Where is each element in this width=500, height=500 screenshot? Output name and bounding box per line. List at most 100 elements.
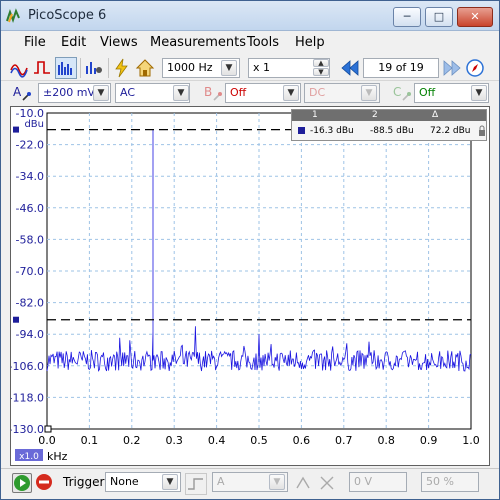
channel-options-icon bbox=[86, 62, 102, 74]
x-unit-label: kHz bbox=[47, 450, 68, 463]
trigger-label: Trigger bbox=[63, 475, 105, 489]
trigger-position-field[interactable]: 50 % bbox=[421, 472, 479, 492]
lock-icon[interactable] bbox=[478, 125, 486, 137]
trigger-advanced-icon[interactable] bbox=[319, 475, 335, 491]
navigator-button[interactable] bbox=[464, 57, 486, 79]
page-indicator[interactable]: 19 of 19 bbox=[363, 58, 439, 78]
trigger-level-value: 0 V bbox=[354, 475, 373, 488]
channel-c-range-value: Off bbox=[419, 86, 436, 99]
zoom-up-icon[interactable]: ▲ bbox=[313, 59, 329, 67]
chevron-down-icon[interactable]: ▼ bbox=[471, 85, 487, 101]
menu-views[interactable]: Views bbox=[100, 35, 138, 50]
channel-c-probe-icon[interactable] bbox=[402, 91, 412, 101]
menu-help[interactable]: Help bbox=[295, 35, 325, 50]
fast-forward-icon bbox=[443, 60, 461, 76]
spectrum-plot[interactable]: -10.0-22.0-34.0-46.0-58.0-70.0-82.0-94.0… bbox=[11, 107, 489, 465]
chevron-down-icon[interactable]: ▼ bbox=[283, 85, 299, 101]
last-page-button[interactable] bbox=[441, 57, 463, 79]
spectrum-view[interactable]: -10.0 -22.0 -34.0 -46.0 -58.0 -70.0 -82.0 -94.0… bbox=[10, 106, 490, 466]
ruler-delta-value: 72.2 dBu bbox=[430, 126, 471, 136]
ruler-1-value: -16.3 dBu bbox=[310, 126, 354, 136]
status-bar: Trigger None ▼ A ▼ 0 V 50 % bbox=[1, 468, 499, 499]
spectrum-mode-button[interactable] bbox=[55, 57, 77, 79]
ruler-handle-1[interactable] bbox=[13, 126, 19, 133]
rewind-icon bbox=[341, 60, 359, 76]
rising-edge-icon bbox=[188, 478, 203, 490]
y-tick-label: -106.0 bbox=[11, 360, 44, 373]
toolbar-separator bbox=[80, 58, 81, 78]
spectrum-mode-icon bbox=[58, 62, 72, 75]
menu-file[interactable]: File bbox=[24, 35, 46, 50]
channel-a-probe-icon[interactable] bbox=[22, 91, 32, 101]
minimize-button[interactable]: ─ bbox=[393, 7, 421, 27]
default-setup-button[interactable] bbox=[134, 57, 156, 79]
channel-b-label: B bbox=[204, 85, 213, 99]
x-tick-label: 0.1 bbox=[81, 434, 99, 447]
auto-setup-button[interactable] bbox=[111, 57, 133, 79]
chevron-down-icon[interactable]: ▼ bbox=[269, 474, 285, 490]
app-window: PicoScope 6 ─ □ ✕ File Edit Views Measur… bbox=[0, 0, 500, 500]
close-button[interactable]: ✕ bbox=[457, 7, 493, 27]
channel-b-range-value: Off bbox=[230, 86, 247, 99]
ruler-handle-2[interactable] bbox=[13, 316, 19, 323]
chevron-down-icon[interactable]: ▼ bbox=[173, 85, 189, 101]
trigger-mode-value: None bbox=[110, 475, 139, 488]
trigger-level-field[interactable]: 0 V bbox=[349, 472, 407, 492]
timebase-value: 1000 Hz bbox=[167, 61, 213, 74]
channel-a-range-value: ±200 mV bbox=[43, 86, 95, 99]
menu-edit[interactable]: Edit bbox=[61, 35, 86, 50]
zoom-badge-label: x1.0 bbox=[19, 452, 39, 462]
persistence-mode-button[interactable] bbox=[32, 57, 54, 79]
chevron-down-icon[interactable]: ▼ bbox=[221, 60, 237, 76]
zoom-down-icon[interactable]: ▼ bbox=[313, 68, 329, 76]
x-tick-label: 0.2 bbox=[123, 434, 141, 447]
zoom-value: x 1 bbox=[253, 61, 271, 74]
play-icon bbox=[14, 475, 30, 491]
trigger-position-value: 50 % bbox=[426, 475, 454, 488]
persistence-mode-icon bbox=[34, 61, 50, 74]
channel-c-label: C bbox=[393, 85, 402, 99]
stop-icon bbox=[36, 474, 52, 490]
trigger-edge-button[interactable] bbox=[185, 473, 207, 495]
menu-measurements[interactable]: Measurements bbox=[150, 35, 246, 50]
ruler-legend[interactable]: 1 2 Δ -16.3 dBu -88.5 dBu 72.2 dBu bbox=[291, 109, 487, 141]
x-axis-labels: 0.0 0.1 0.2 0.3 0.4 0.5 0.6 0.7 0.8 0.9 1.0 x1.0 kHz bbox=[15, 434, 480, 463]
chevron-down-icon[interactable]: ▼ bbox=[93, 85, 109, 101]
ruler-1-header: 1 bbox=[312, 110, 318, 120]
chevron-down-icon[interactable]: ▼ bbox=[361, 85, 377, 101]
x-tick-label: 0.4 bbox=[208, 434, 226, 447]
menu-bar: File Edit Views Measurements Tools Help bbox=[1, 32, 499, 54]
compass-icon bbox=[466, 59, 484, 77]
picoscope-logo-icon bbox=[6, 8, 20, 23]
x-tick-label: 0.7 bbox=[335, 434, 353, 447]
y-unit-label: dBu bbox=[24, 119, 44, 130]
first-page-button[interactable] bbox=[339, 57, 361, 79]
y-tick-label: -34.0 bbox=[16, 170, 44, 183]
ruler-2-header: 2 bbox=[372, 110, 378, 120]
page-value: 19 of 19 bbox=[378, 61, 424, 74]
channel-a-label: A bbox=[13, 85, 22, 99]
channel-a-coupling-value: AC bbox=[120, 86, 136, 99]
x-tick-label: 0.8 bbox=[377, 434, 395, 447]
x-tick-label: 0.0 bbox=[38, 434, 56, 447]
lightning-icon bbox=[115, 58, 128, 78]
ruler-time-handle[interactable] bbox=[44, 425, 52, 433]
scope-mode-button[interactable] bbox=[9, 57, 31, 79]
x-tick-label: 0.5 bbox=[250, 434, 268, 447]
start-button[interactable] bbox=[12, 473, 32, 493]
scope-mode-icon bbox=[10, 64, 28, 78]
x-tick-label: 1.0 bbox=[462, 434, 480, 447]
maximize-button[interactable]: □ bbox=[425, 7, 453, 27]
ruler-2-value: -88.5 dBu bbox=[370, 126, 414, 136]
stop-button[interactable] bbox=[35, 473, 55, 493]
channel-a-swatch bbox=[298, 127, 305, 134]
channel-b-probe-icon[interactable] bbox=[213, 91, 223, 101]
trigger-slope-icon[interactable] bbox=[295, 475, 311, 491]
chevron-down-icon[interactable]: ▼ bbox=[162, 474, 178, 490]
toolbar-separator bbox=[108, 58, 109, 78]
y-tick-label: -70.0 bbox=[16, 265, 44, 278]
menu-tools[interactable]: Tools bbox=[247, 35, 279, 50]
channel-options-button[interactable] bbox=[83, 57, 105, 79]
y-tick-label: -82.0 bbox=[16, 297, 44, 310]
channel-toolbar: A ±200 mV ▼ AC ▼ B Off ▼ DC ▼ C Off ▼ bbox=[1, 82, 499, 104]
